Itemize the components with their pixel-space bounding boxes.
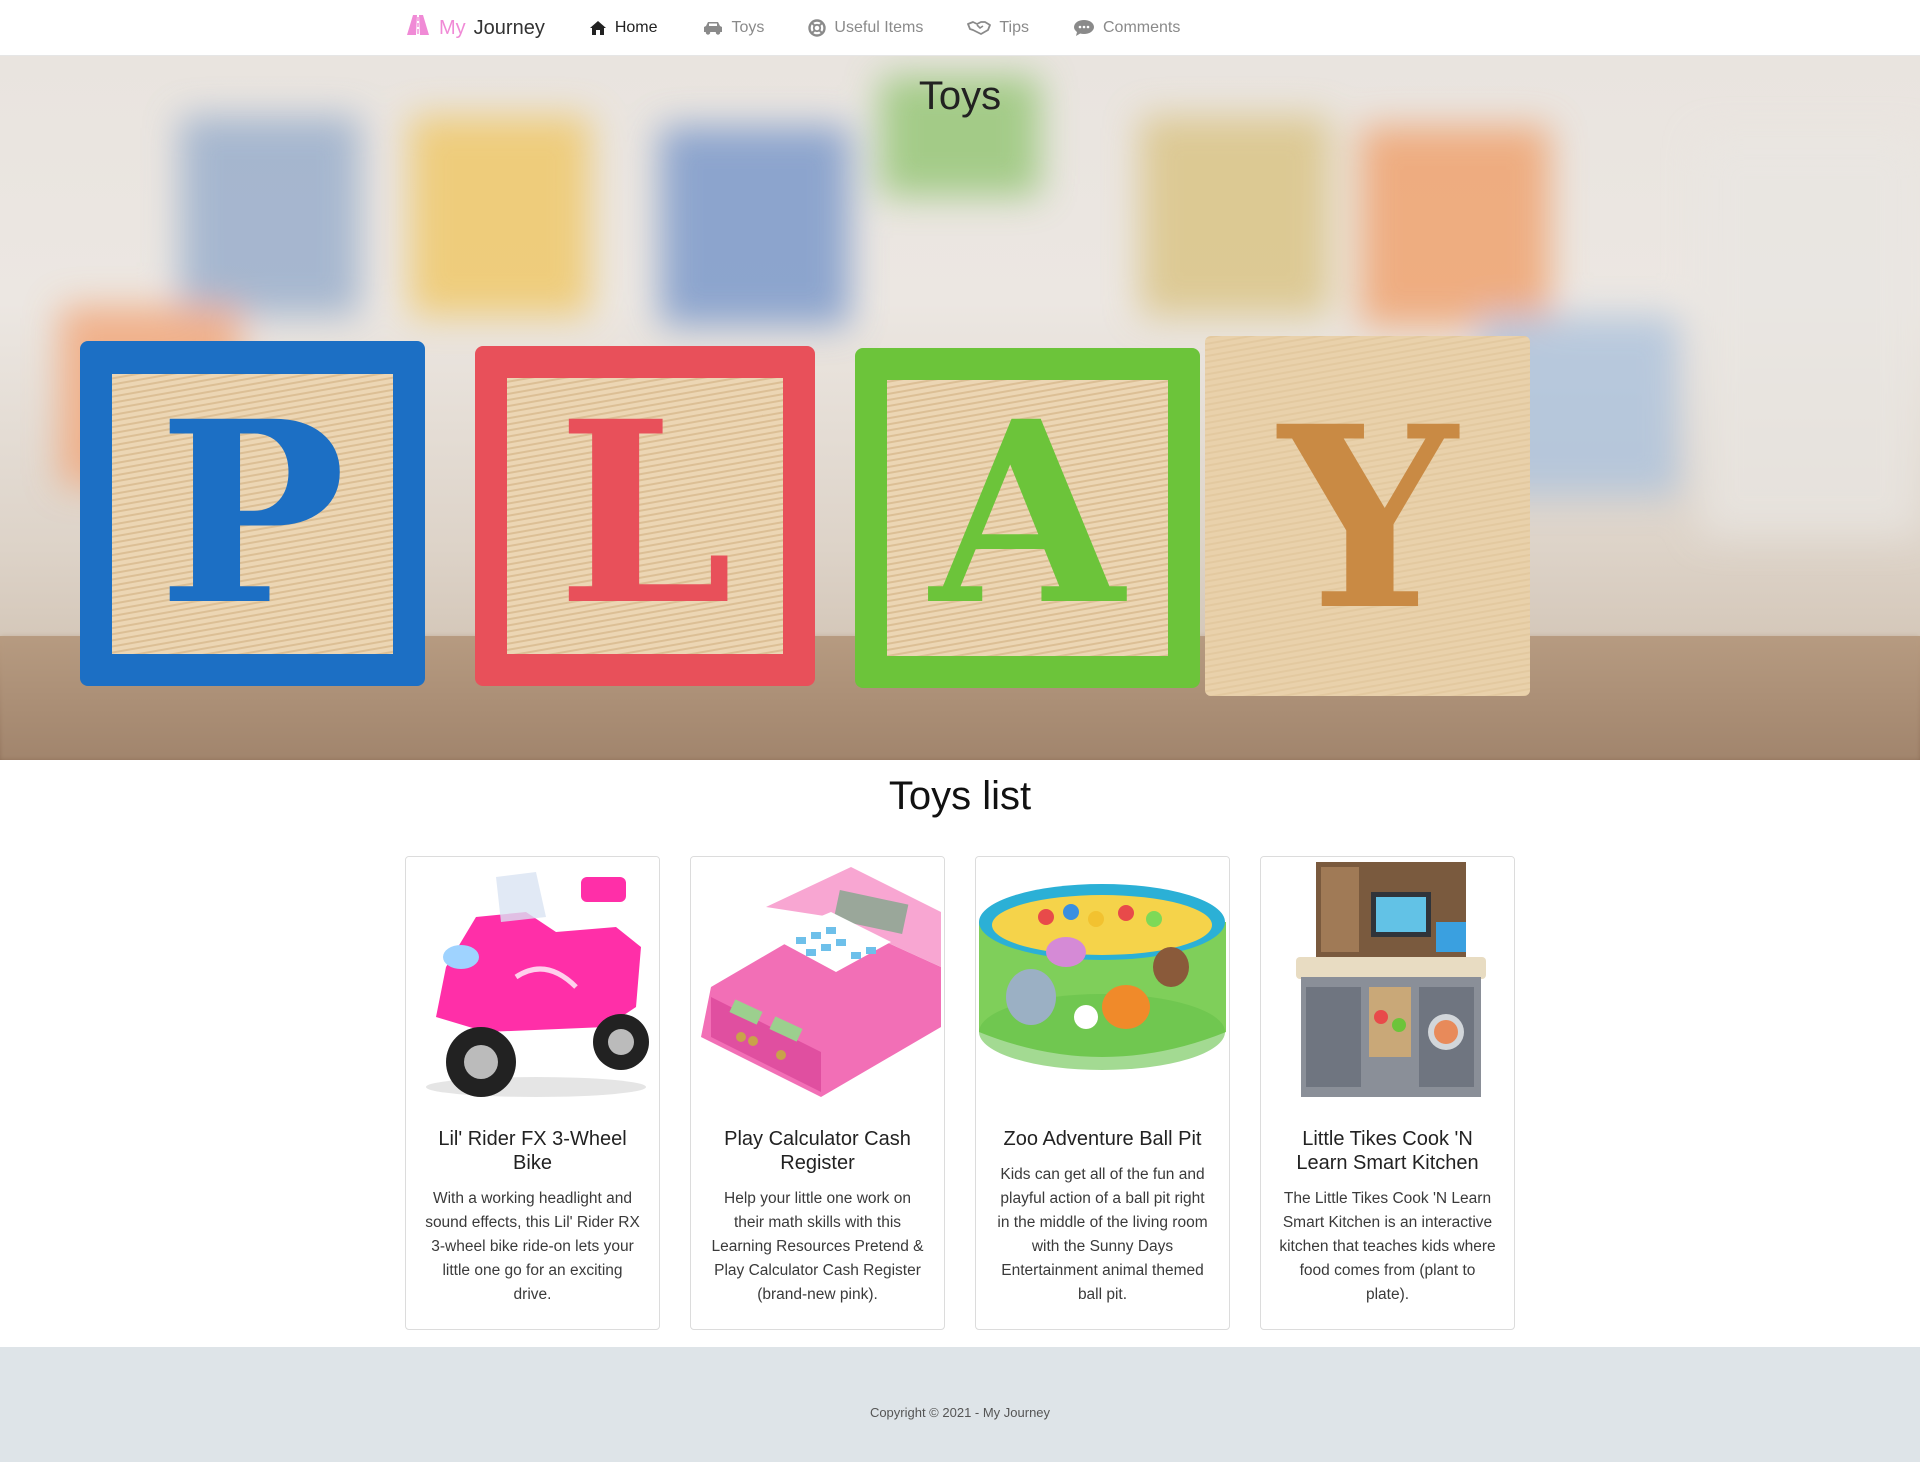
brand-journey-text: Journey — [473, 16, 545, 39]
nav-link-tips[interactable]: Tips — [967, 19, 1029, 37]
toy-card-title: Zoo Adventure Ball Pit — [1003, 1128, 1202, 1150]
svg-text:A: A — [928, 366, 1127, 660]
hero-title: Toys — [918, 74, 1002, 118]
play-blocks-image: P L A Y — [0, 76, 1920, 760]
toys-card-list: Lil' Rider FX 3-Wheel Bike With a workin… — [405, 856, 1515, 1330]
home-icon — [589, 20, 607, 36]
nav-link-label: Home — [614, 19, 658, 36]
block-l: L — [475, 346, 815, 686]
nav-link-label: Comments — [1102, 19, 1181, 36]
road-logo-icon — [405, 14, 431, 42]
page-footer: Copyright © 2021 - My Journey — [0, 1347, 1920, 1462]
toy-card: Little Tikes Cook 'N Learn Smart Kitchen… — [1260, 856, 1515, 1330]
nav-link-label: Toys — [731, 19, 765, 36]
nav-link-useful-items[interactable]: Useful Items — [808, 19, 923, 37]
block-p: P — [80, 341, 425, 686]
ball-pit-image — [976, 857, 1229, 1112]
toy-card: Play Calculator Cash Register Help your … — [690, 856, 945, 1330]
toy-card-text: Kids can get all of the fun and playful … — [997, 1166, 1208, 1303]
section-title: Toys list — [888, 774, 1032, 818]
nav-link-label: Tips — [999, 19, 1029, 36]
toy-card: Zoo Adventure Ball Pit Kids can get all … — [975, 856, 1230, 1330]
car-icon — [702, 20, 724, 36]
toy-card-text: The Little Tikes Cook 'N Learn Smart Kit… — [1279, 1190, 1496, 1303]
nav-link-comments[interactable]: Comments — [1073, 19, 1180, 37]
nav-link-label: Useful Items — [834, 19, 924, 36]
toy-card-text: Help your little one work on their math … — [711, 1190, 924, 1303]
brand-logo-link[interactable]: My Journey — [405, 14, 545, 42]
svg-text:Y: Y — [1276, 371, 1460, 665]
svg-text:P: P — [158, 366, 346, 660]
hero-banner: P L A Y Toys — [0, 56, 1920, 760]
bike-image — [406, 857, 659, 1112]
navbar-container: My Journey Home Toys Useful Items Tips C… — [405, 0, 1224, 56]
handshake-icon — [967, 20, 992, 36]
svg-text:L: L — [557, 366, 733, 660]
block-y: Y — [1205, 336, 1530, 696]
comments-icon — [1073, 19, 1095, 37]
nav-link-home[interactable]: Home — [589, 19, 658, 37]
cash-register-image — [691, 857, 944, 1112]
toy-card: Lil' Rider FX 3-Wheel Bike With a workin… — [405, 856, 660, 1330]
toy-card-title: Play Calculator Cash Register — [724, 1128, 911, 1174]
toy-card-text: With a working headlight and sound effec… — [425, 1190, 640, 1303]
brand-my-text: My — [439, 16, 466, 39]
top-navbar: My Journey Home Toys Useful Items Tips C… — [0, 0, 1920, 56]
kitchen-image — [1261, 857, 1514, 1112]
toy-card-title: Little Tikes Cook 'N Learn Smart Kitchen — [1296, 1128, 1479, 1174]
toy-card-title: Lil' Rider FX 3-Wheel Bike — [438, 1128, 627, 1174]
nav-link-toys[interactable]: Toys — [702, 19, 765, 37]
life-ring-icon — [808, 19, 827, 37]
block-a: A — [855, 348, 1200, 688]
copyright-text: Copyright © 2021 - My Journey — [869, 1405, 1051, 1420]
